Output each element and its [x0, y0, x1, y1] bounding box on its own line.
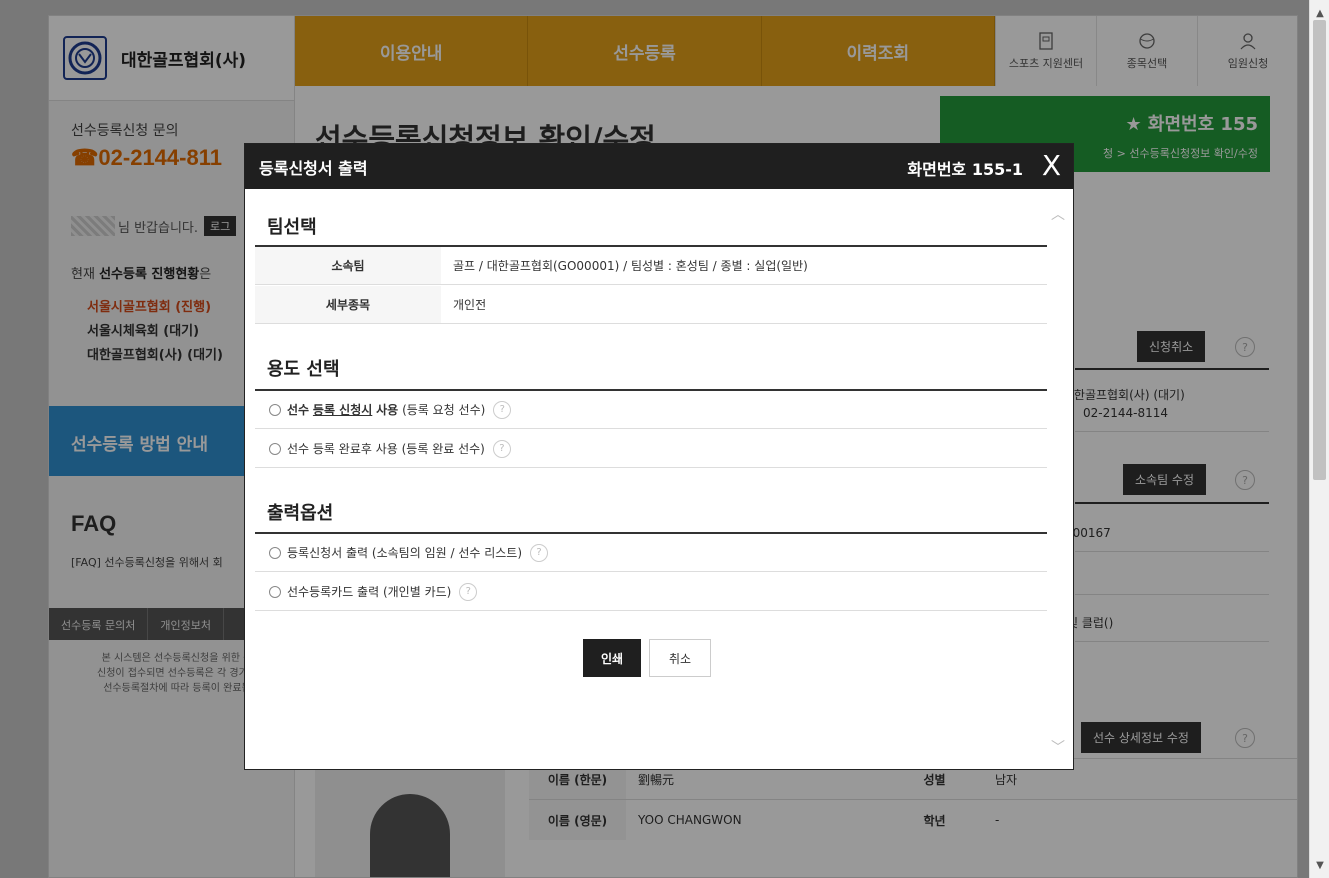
section-title-output: 출력옵션	[267, 503, 334, 524]
help-icon[interactable]: ?	[492, 439, 511, 458]
table-row: 세부종목 개인전	[255, 286, 1047, 324]
scroll-down-icon[interactable]: ▼	[1310, 856, 1329, 874]
cancel-button[interactable]: 취소	[649, 639, 711, 677]
page-scrollbar[interactable]: ▲ ▼	[1309, 0, 1329, 878]
radio-button[interactable]	[269, 403, 281, 416]
section-title-team: 팀선택	[267, 217, 317, 238]
print-button[interactable]: 인쇄	[583, 639, 641, 677]
print-dialog: 등록신청서 출력 화면번호 155-1 X ︿ ﹀ 팀선택 소속팀 골프 / 대…	[244, 143, 1074, 770]
scroll-thumb[interactable]	[1313, 20, 1326, 480]
dialog-body: 팀선택 소속팀 골프 / 대한골프협회(GO00001) / 팀성별 : 혼성팀…	[255, 189, 1047, 769]
dialog-screen-number: 화면번호 155-1	[907, 160, 1023, 179]
radio-option-purpose-request[interactable]: 선수 등록 신청시 사용 (등록 요청 선수) ?	[255, 391, 1047, 429]
help-icon[interactable]: ?	[530, 543, 549, 562]
radio-option-purpose-complete[interactable]: 선수 등록 완료후 사용 (등록 완료 선수) ?	[255, 430, 1047, 468]
radio-button[interactable]	[269, 585, 281, 598]
dialog-header: 등록신청서 출력 화면번호 155-1 X	[245, 144, 1073, 189]
dialog-title: 등록신청서 출력	[259, 158, 368, 178]
close-icon[interactable]: X	[1042, 151, 1061, 181]
radio-button[interactable]	[269, 442, 281, 455]
chevron-down-icon[interactable]: ﹀	[1051, 737, 1065, 757]
section-title-purpose: 용도 선택	[267, 359, 340, 380]
radio-option-output-card[interactable]: 선수등록카드 출력 (개인별 카드) ?	[255, 573, 1047, 611]
help-icon[interactable]: ?	[493, 400, 512, 419]
table-row: 소속팀 골프 / 대한골프협회(GO00001) / 팀성별 : 혼성팀 / 종…	[255, 247, 1047, 285]
help-icon[interactable]: ?	[459, 582, 478, 601]
radio-button[interactable]	[269, 546, 281, 559]
radio-option-output-form[interactable]: 등록신청서 출력 (소속팀의 임원 / 선수 리스트) ?	[255, 534, 1047, 572]
chevron-up-icon[interactable]: ︿	[1051, 204, 1065, 224]
